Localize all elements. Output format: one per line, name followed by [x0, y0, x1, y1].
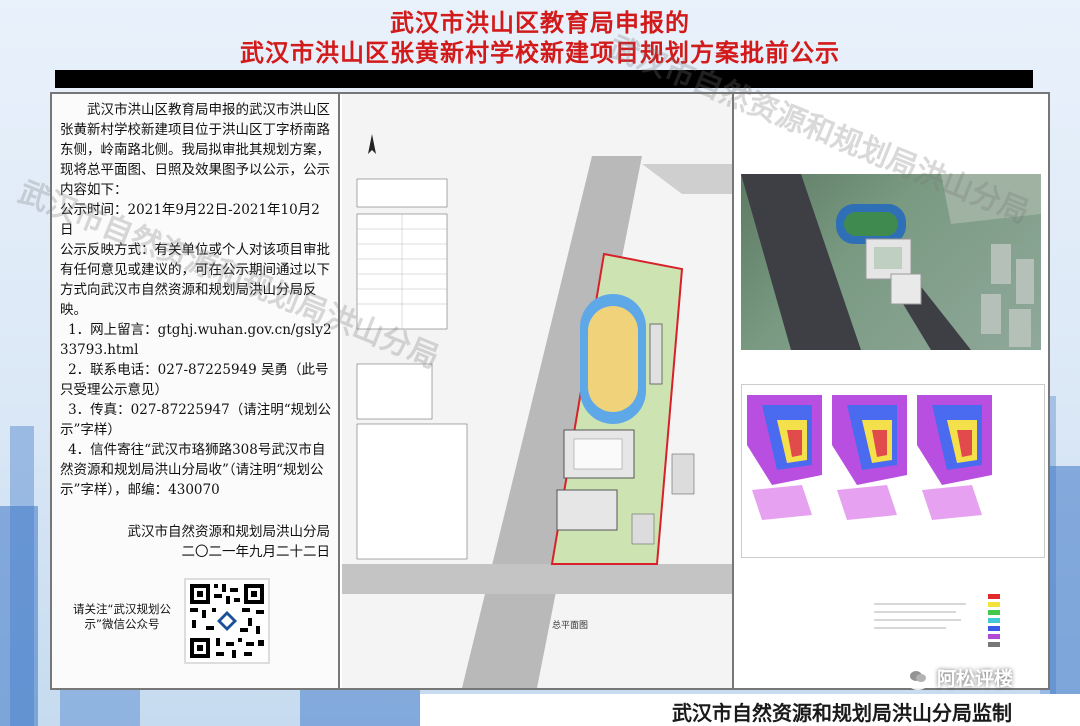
- qr-code-icon: [186, 580, 268, 662]
- brand-badge: 阿松评楼: [905, 664, 1045, 690]
- site-plan-drawing: [342, 94, 732, 688]
- site-plan-panel: 总平面图: [342, 94, 734, 688]
- notice-item-fax: 3．传真：027-87225947（请注明“规划公示”字样）: [60, 402, 332, 438]
- notice-feedback: 公示反映方式：有关单位或个人对该项目审批有任何意见或建议的，可在公示期间通过以下…: [60, 242, 330, 318]
- sunlight-analysis-image: [747, 395, 992, 520]
- notice-item-web: 1．网上留言：gtghj.wuhan.gov.cn/gsly233793.htm…: [60, 322, 332, 358]
- site-plan-caption: 总平面图: [552, 621, 589, 631]
- footer-supervisor: 武汉市自然资源和规划局洪山分局监制: [672, 701, 1012, 725]
- signature-date: 二〇二一年九月二十二日: [181, 544, 331, 560]
- header-bar: [55, 70, 1033, 88]
- notice-panel: 武汉市洪山区教育局申报的武汉市洪山区张黄新村学校新建项目位于洪山区丁字桥南路东侧…: [52, 94, 340, 688]
- title-line-1: 武汉市洪山区教育局申报的: [390, 9, 690, 37]
- aerial-rendering: [741, 174, 1041, 350]
- brand-name: 阿松评楼: [937, 667, 1014, 690]
- title-line-2: 武汉市洪山区张黄新村学校新建项目规划方案批前公示: [240, 39, 840, 67]
- notice-intro: 武汉市洪山区教育局申报的武汉市洪山区张黄新村学校新建项目位于洪山区丁字桥南路东侧…: [60, 102, 330, 198]
- notice-item-mail: 4．信件寄往“武汉市珞狮路308号武汉市自然资源和规划局洪山分局收”（请注明“规…: [60, 442, 326, 498]
- sunlight-legend: [866, 544, 1046, 664]
- notice-text: 武汉市洪山区教育局申报的武汉市洪山区张黄新村学校新建项目位于洪山区丁字桥南路东侧…: [60, 100, 332, 500]
- notice-board: 武汉市洪山区教育局申报的武汉市洪山区张黄新村学校新建项目位于洪山区丁字桥南路东侧…: [50, 92, 1050, 690]
- notice-item-phone: 2．联系电话：027-87225949 吴勇（此号只受理公示意见）: [60, 362, 329, 398]
- sunlight-analysis: [741, 384, 1045, 558]
- city-building: [300, 686, 420, 726]
- aerial-rendering-image: [741, 174, 1041, 350]
- qr-code[interactable]: [184, 578, 270, 664]
- signature-org: 武汉市自然资源和规划局洪山分局: [127, 524, 331, 540]
- page-title: 武汉市洪山区教育局申报的 武汉市洪山区张黄新村学校新建项目规划方案批前公示: [0, 8, 1080, 68]
- renderings-panel: [736, 94, 1048, 688]
- qr-label: 请关注“武汉规划公示”微信公众号: [73, 602, 171, 631]
- notice-period: 公示时间：2021年9月22日-2021年10月2日: [60, 202, 320, 238]
- city-building: [10, 426, 34, 726]
- wechat-icon: [905, 664, 931, 690]
- sunlight-legend-swatches: [874, 594, 1000, 647]
